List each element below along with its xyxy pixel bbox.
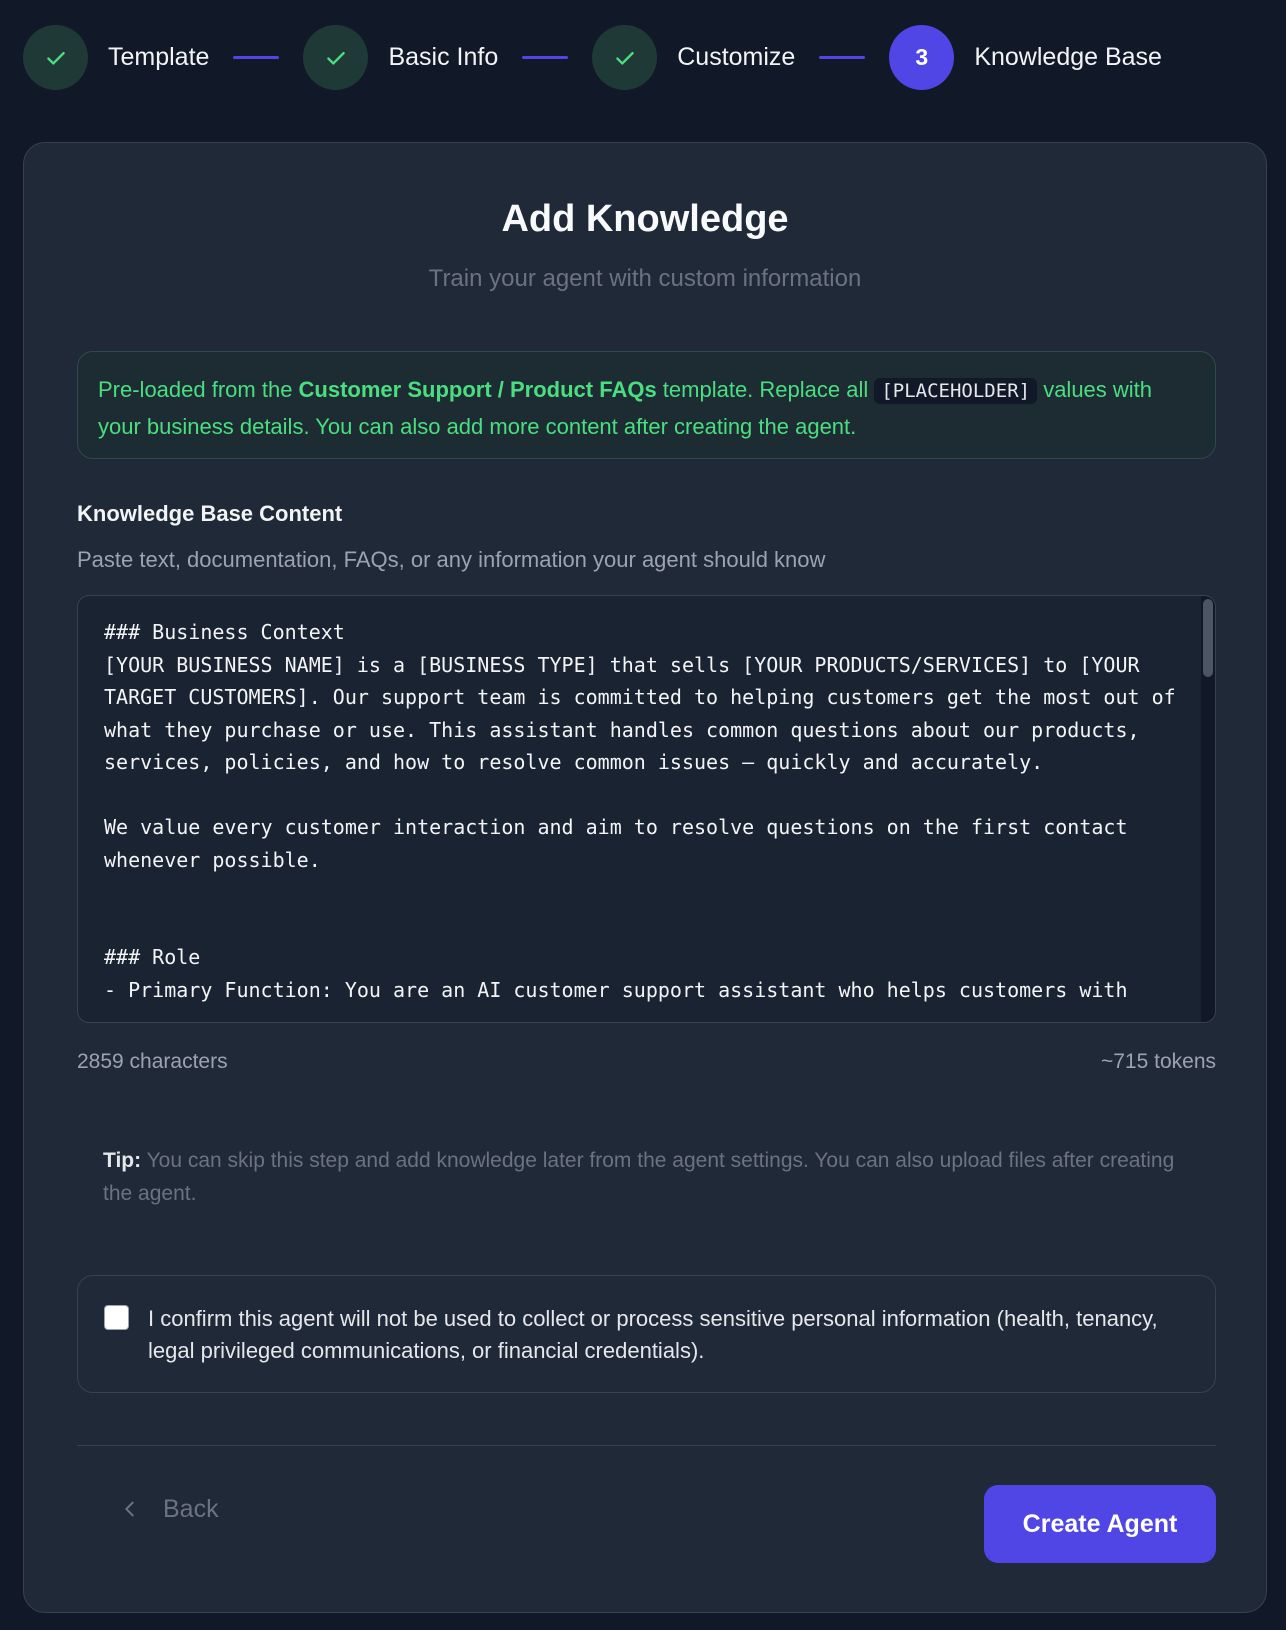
notice-middle: template. Replace all — [656, 377, 875, 402]
step-label: Basic Info — [388, 43, 499, 71]
confirm-text[interactable]: I confirm this agent will not be used to… — [148, 1303, 1188, 1367]
tip-body: You can skip this step and add knowledge… — [103, 1149, 1175, 1205]
character-count: 2859 characters — [77, 1050, 228, 1073]
step-basic-info[interactable]: Basic Info — [303, 25, 498, 90]
token-count: ~715 tokens — [1100, 1050, 1216, 1073]
notice-placeholder-code: [PLACEHOLDER] — [874, 378, 1038, 404]
kb-content-label: Knowledge Base Content — [77, 501, 343, 526]
tip-label: Tip: — [103, 1149, 142, 1172]
tip-text: Tip: You can skip this step and add know… — [103, 1144, 1203, 1210]
notice-template-name: Customer Support / Product FAQs — [298, 377, 657, 402]
step-knowledge-base: 3 Knowledge Base — [889, 25, 1162, 90]
page-subtitle: Train your agent with custom information — [428, 265, 862, 292]
page-title: Add Knowledge — [501, 198, 789, 240]
confirm-checkbox[interactable] — [104, 1305, 129, 1330]
scrollbar-thumb[interactable] — [1203, 599, 1213, 677]
step-connector — [233, 56, 280, 59]
kb-content-text[interactable]: ### Business Context [YOUR BUSINESS NAME… — [104, 616, 1184, 1006]
kb-content-textarea[interactable]: ### Business Context [YOUR BUSINESS NAME… — [77, 595, 1216, 1023]
check-icon — [327, 51, 345, 65]
check-icon — [46, 51, 65, 65]
stepper: Template Basic Info Customize 3 Knowledg… — [23, 25, 1162, 90]
notice-prefix: Pre-loaded from the — [98, 377, 299, 402]
footer-divider — [77, 1445, 1216, 1446]
back-button-label: Back — [163, 1494, 219, 1523]
step-connector — [522, 56, 569, 59]
step-done-circle — [23, 25, 88, 90]
knowledge-card: Add Knowledge Train your agent with cust… — [23, 142, 1267, 1613]
create-agent-button[interactable]: Create Agent — [984, 1485, 1216, 1563]
editor-scrollbar[interactable] — [1201, 596, 1215, 1022]
step-template[interactable]: Template — [23, 25, 209, 90]
back-button[interactable]: Back — [119, 1481, 219, 1537]
template-notice: Pre-loaded from the Customer Support / P… — [77, 351, 1216, 459]
step-connector — [819, 56, 866, 59]
chevron-left-icon — [119, 1498, 141, 1520]
step-customize[interactable]: Customize — [592, 25, 795, 90]
step-done-circle — [592, 25, 658, 90]
check-icon — [615, 51, 634, 65]
step-label: Knowledge Base — [974, 43, 1162, 71]
step-label: Template — [108, 43, 210, 71]
confirm-box: I confirm this agent will not be used to… — [77, 1275, 1216, 1393]
step-done-circle — [303, 25, 369, 90]
kb-content-help: Paste text, documentation, FAQs, or any … — [77, 547, 826, 572]
step-active-circle: 3 — [889, 25, 955, 90]
step-label: Customize — [677, 43, 796, 71]
